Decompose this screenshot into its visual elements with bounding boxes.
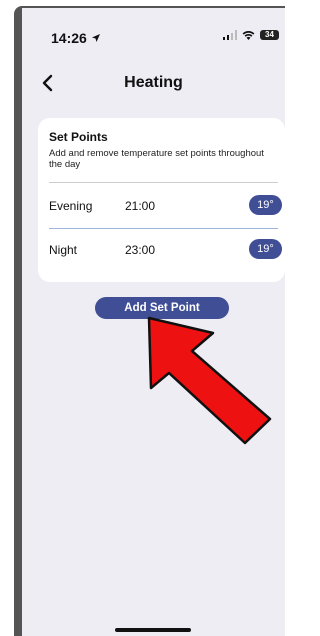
set-point-row[interactable]: Night 23:00 19° [49,239,282,263]
set-point-name: Evening [49,199,93,213]
phone-screen: 14:26 34 Heating Set Points Add and remo… [22,8,285,636]
card-title: Set Points [49,130,108,144]
set-point-row[interactable]: Evening 21:00 19° [49,195,282,219]
page-title: Heating [124,74,183,91]
set-point-time: 23:00 [125,243,156,257]
status-bar: 14:26 34 [22,8,285,58]
cellular-signal-icon [223,30,237,40]
clock-text: 14:26 [51,30,87,46]
set-point-time: 21:00 [125,199,156,213]
set-points-card: Set Points Add and remove temperature se… [38,118,285,282]
temperature-badge[interactable]: 19° [249,195,282,215]
card-description: Add and remove temperature set points th… [49,148,264,170]
temperature-badge[interactable]: 19° [249,239,282,259]
status-time: 14:26 [51,30,101,46]
annotation-arrow-icon [147,316,272,445]
divider [49,182,278,183]
location-arrow-icon [91,34,100,42]
set-point-name: Night [49,243,78,257]
battery-icon: 34 [260,30,279,40]
divider [49,228,278,229]
status-indicators: 34 [223,30,279,40]
wifi-icon [242,31,255,40]
home-indicator[interactable] [115,628,191,632]
